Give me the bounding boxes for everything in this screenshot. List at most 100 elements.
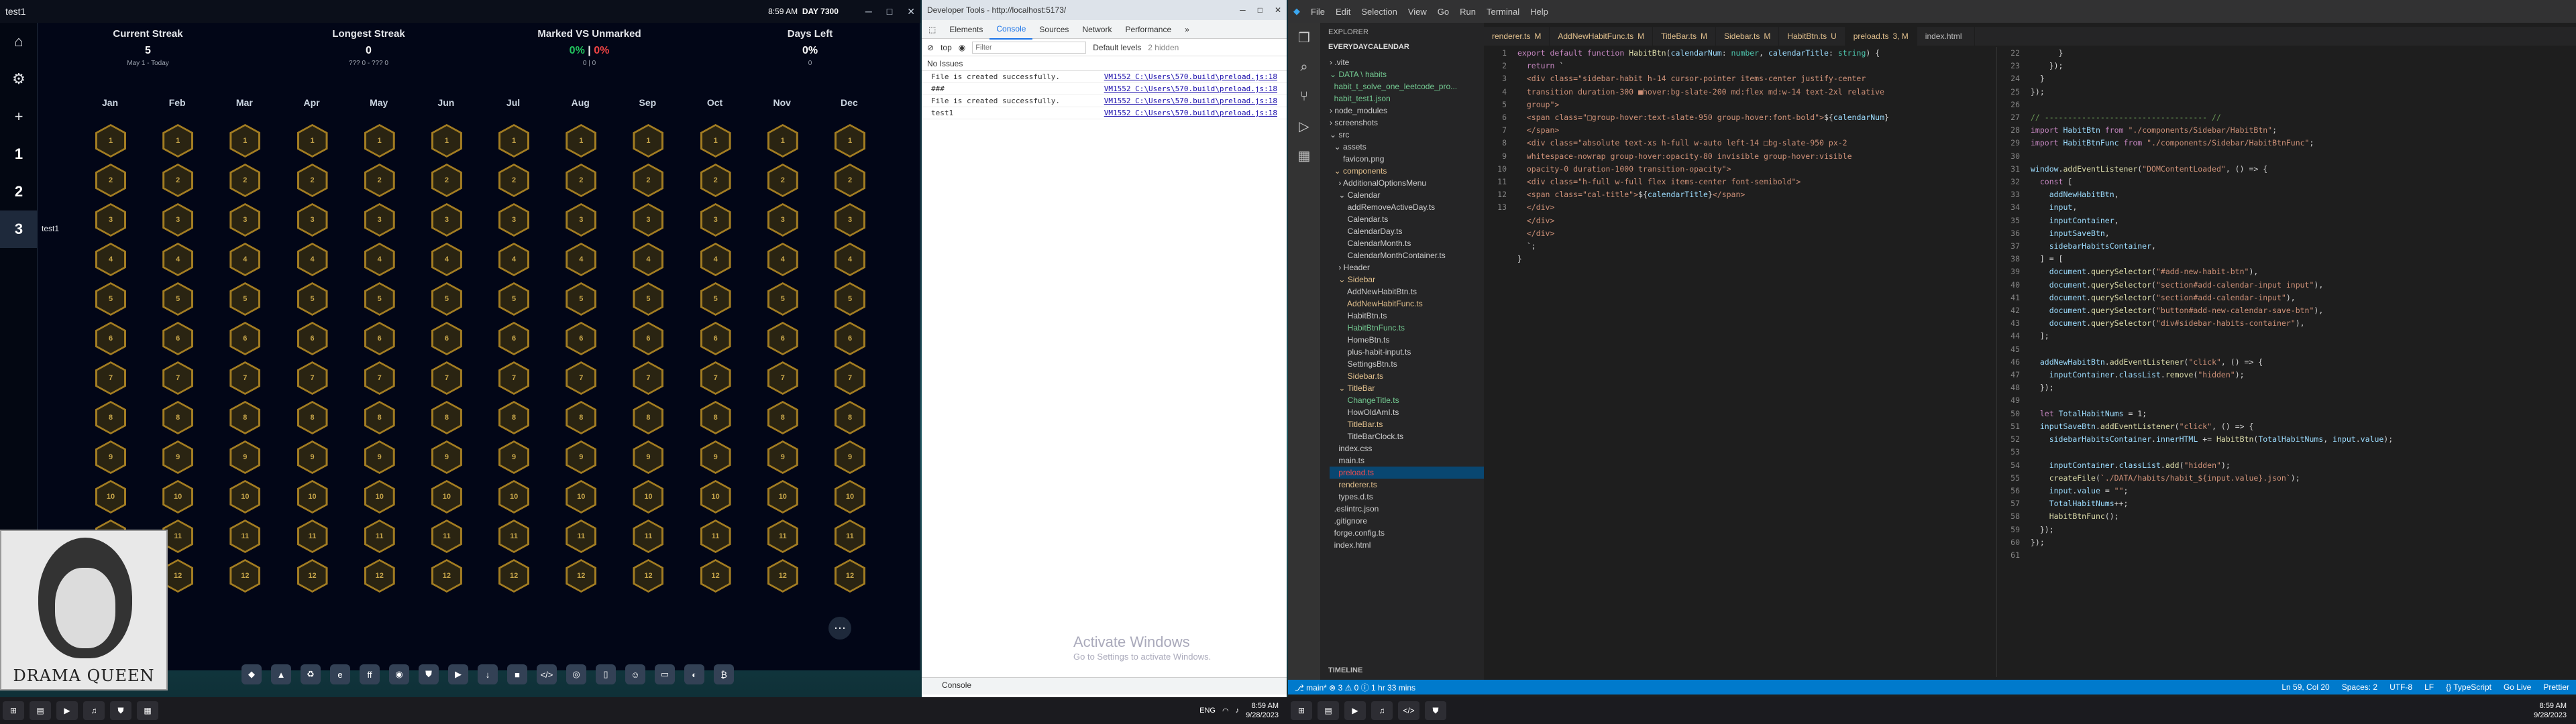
calendar-day[interactable]: 2 xyxy=(633,164,664,197)
file-tree-item[interactable]: SettingsBtn.ts xyxy=(1330,358,1484,370)
inspect-icon[interactable]: ⬚ xyxy=(922,20,943,39)
files-icon[interactable]: ❐ xyxy=(1288,23,1320,52)
file-tree-item[interactable]: .gitignore xyxy=(1330,515,1484,527)
calendar-day[interactable]: 4 xyxy=(633,243,664,276)
calendar-day[interactable]: 7 xyxy=(95,361,126,395)
calendar-day[interactable]: 5 xyxy=(700,282,731,316)
file-tree-item[interactable]: TitleBar.ts xyxy=(1330,418,1484,430)
calendar-day[interactable]: 1 xyxy=(498,124,530,158)
calendar-day[interactable]: 3 xyxy=(297,203,328,237)
file-tree-item[interactable]: types.d.ts xyxy=(1330,491,1484,503)
calendar-day[interactable]: 6 xyxy=(364,322,395,355)
dock-vscode-icon[interactable]: </> xyxy=(537,664,557,684)
status-item[interactable]: Spaces: 2 xyxy=(2342,682,2377,692)
calendar-day[interactable]: 7 xyxy=(700,361,731,395)
editor-tab[interactable]: TitleBar.ts M xyxy=(1653,27,1716,46)
dock-app-icon[interactable]: ▯ xyxy=(596,664,616,684)
menu-help[interactable]: Help xyxy=(1525,7,1554,17)
calendar-day[interactable]: 8 xyxy=(633,401,664,434)
search-icon[interactable]: ⌕ xyxy=(1288,52,1320,82)
calendar-day[interactable]: 3 xyxy=(498,203,530,237)
file-tree-item[interactable]: HomeBtn.ts xyxy=(1330,334,1484,346)
calendar-day[interactable]: 8 xyxy=(566,401,597,434)
calendar-day[interactable]: 3 xyxy=(835,203,865,237)
file-tree-item[interactable]: CalendarMonthContainer.ts xyxy=(1330,249,1484,261)
calendar-day[interactable]: 11 xyxy=(566,520,597,553)
calendar-day[interactable]: 8 xyxy=(364,401,395,434)
taskbar-brave-icon[interactable]: ⛊ xyxy=(1425,701,1446,720)
calendar-day[interactable]: 7 xyxy=(566,361,597,395)
calendar-day[interactable]: 3 xyxy=(431,203,462,237)
source-control-icon[interactable]: ⑂ xyxy=(1288,82,1320,111)
calendar-day[interactable]: 7 xyxy=(162,361,194,395)
sidebar-habit-2[interactable]: 2 xyxy=(0,173,38,210)
calendar-day[interactable]: 6 xyxy=(162,322,194,355)
calendar-day[interactable]: 2 xyxy=(835,164,865,197)
file-tree-item[interactable]: ⌄ Calendar xyxy=(1330,189,1484,201)
file-tree-item[interactable]: HowOldAmI.ts xyxy=(1330,406,1484,418)
wifi-icon[interactable]: ◠ xyxy=(1222,707,1229,715)
taskbar-app-icon[interactable]: ▶ xyxy=(1344,701,1366,720)
editor-tab[interactable]: preload.ts 3, M xyxy=(1845,27,1917,46)
calendar-day[interactable]: 11 xyxy=(835,520,865,553)
calendar-day[interactable]: 12 xyxy=(633,559,664,593)
more-tabs-icon[interactable]: » xyxy=(1178,20,1196,39)
calendar-day[interactable]: 11 xyxy=(297,520,328,553)
console-filter-input[interactable] xyxy=(972,41,1087,54)
calendar-day[interactable]: 11 xyxy=(229,520,261,553)
tray-clock[interactable]: 8:59 AM 9/28/2023 xyxy=(1246,701,1279,720)
calendar-day[interactable]: 2 xyxy=(566,164,597,197)
more-options-button[interactable]: ⋯ xyxy=(828,617,851,640)
file-tree-item[interactable]: index.html xyxy=(1330,539,1484,551)
file-tree-item[interactable]: renderer.ts xyxy=(1330,479,1484,491)
status-item[interactable]: {} TypeScript xyxy=(2446,682,2491,692)
tab-sources[interactable]: Sources xyxy=(1032,20,1075,39)
calendar-day[interactable]: 9 xyxy=(364,440,395,474)
dock-app-icon[interactable]: ■ xyxy=(507,664,527,684)
lang-indicator[interactable]: ENG xyxy=(1199,707,1216,715)
taskbar-spotify-icon[interactable]: ♫ xyxy=(1371,701,1393,720)
calendar-day[interactable]: 6 xyxy=(498,322,530,355)
calendar-day[interactable]: 2 xyxy=(364,164,395,197)
calendar-day[interactable]: 1 xyxy=(297,124,328,158)
file-tree-item[interactable]: .eslintrc.json xyxy=(1330,503,1484,515)
calendar-day[interactable]: 6 xyxy=(633,322,664,355)
file-tree-item[interactable]: › Header xyxy=(1330,261,1484,274)
calendar-day[interactable]: 12 xyxy=(835,559,865,593)
dock-github-icon[interactable]: ◐ xyxy=(684,664,704,684)
calendar-day[interactable]: 5 xyxy=(633,282,664,316)
calendar-day[interactable]: 5 xyxy=(297,282,328,316)
calendar-day[interactable]: 6 xyxy=(700,322,731,355)
calendar-day[interactable]: 10 xyxy=(229,480,261,514)
dock-brave-icon[interactable]: ⛊ xyxy=(419,664,439,684)
calendar-day[interactable]: 1 xyxy=(633,124,664,158)
maximize-icon[interactable]: □ xyxy=(1258,5,1263,15)
calendar-day[interactable]: 2 xyxy=(767,164,798,197)
calendar-day[interactable]: 12 xyxy=(297,559,328,593)
calendar-day[interactable]: 4 xyxy=(700,243,731,276)
start-icon[interactable]: ⊞ xyxy=(1291,701,1312,720)
calendar-day[interactable]: 4 xyxy=(95,243,126,276)
calendar-day[interactable]: 12 xyxy=(566,559,597,593)
calendar-day[interactable]: 7 xyxy=(431,361,462,395)
calendar-day[interactable]: 10 xyxy=(95,480,126,514)
minimize-icon[interactable]: ─ xyxy=(865,6,872,17)
calendar-day[interactable]: 9 xyxy=(498,440,530,474)
calendar-day[interactable]: 3 xyxy=(700,203,731,237)
editor-tab[interactable]: Sidebar.ts M xyxy=(1716,27,1780,46)
calendar-day[interactable]: 9 xyxy=(431,440,462,474)
editor-tab[interactable]: renderer.ts M xyxy=(1484,27,1550,46)
taskbar-spotify-icon[interactable]: ♫ xyxy=(83,701,105,720)
tab-console[interactable]: Console xyxy=(989,19,1033,40)
calendar-day[interactable]: 2 xyxy=(229,164,261,197)
calendar-day[interactable]: 6 xyxy=(566,322,597,355)
home-icon[interactable]: ⌂ xyxy=(0,23,38,60)
calendar-day[interactable]: 6 xyxy=(431,322,462,355)
calendar-day[interactable]: 4 xyxy=(767,243,798,276)
calendar-day[interactable]: 8 xyxy=(431,401,462,434)
file-tree-item[interactable]: ⌄ assets xyxy=(1330,141,1484,153)
timeline-section[interactable]: TIMELINE xyxy=(1320,661,1371,680)
gear-icon[interactable]: ⚙ xyxy=(0,60,38,98)
calendar-day[interactable]: 8 xyxy=(498,401,530,434)
calendar-day[interactable]: 11 xyxy=(364,520,395,553)
